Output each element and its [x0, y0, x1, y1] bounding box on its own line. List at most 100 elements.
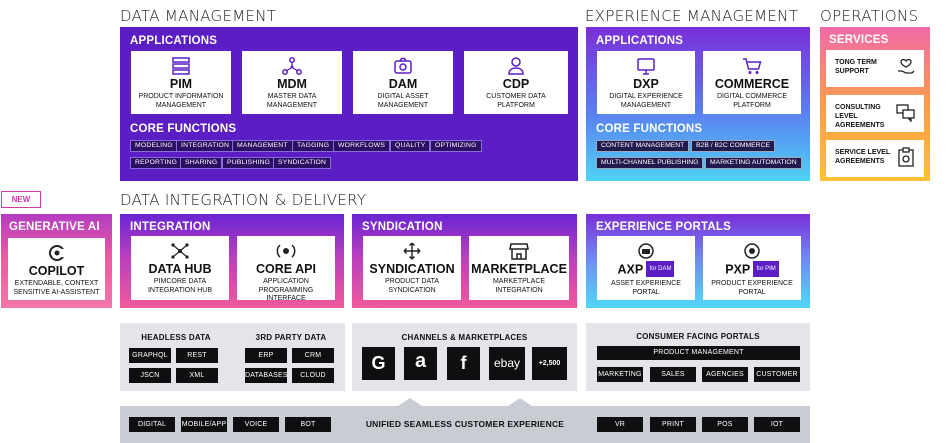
third-party-heading: 3RD PARTY DATA — [255, 333, 327, 342]
syndication-panel: SYNDICATION SYNDICATION PRODUCT DATA SYN… — [352, 214, 577, 308]
third-party-item: CRM — [292, 348, 334, 363]
commerce-title: COMMERCE — [714, 77, 790, 91]
touchpoint-item: POS — [702, 417, 748, 432]
data-management-panel: APPLICATIONS PIM PRODUCT INFORMATION MAN… — [120, 27, 578, 181]
dam-title: DAM — [388, 77, 418, 91]
cart-icon — [743, 58, 762, 74]
headless-item: REST — [176, 348, 218, 363]
experience-portals-panel: EXPERIENCE PORTALS AXP for DAM ASSET EXP… — [586, 214, 810, 308]
server-stack-icon — [172, 57, 190, 75]
mdm-title: MDM — [277, 77, 307, 91]
third-party-item: DATABASES — [245, 368, 288, 383]
headless-item: GRAPHQL — [129, 348, 171, 363]
headless-data-heading: HEADLESS DATA — [141, 333, 211, 342]
consumer-item: CUSTOMER — [754, 367, 800, 382]
axp-subtitle: ASSET EXPERIENCE PORTAL — [611, 280, 681, 296]
pxp-subtitle: PRODUCT EXPERIENCE PORTAL — [711, 280, 793, 296]
cdp-subtitle: CUSTOMER DATA PLATFORM — [486, 93, 546, 109]
xm-core-functions-heading: CORE FUNCTIONS — [596, 123, 703, 135]
pxp-title: PXP for PIM — [703, 261, 801, 278]
third-party-item: CLOUD — [292, 368, 334, 383]
experience-management-panel: APPLICATIONS DXP DIGITAL EXPERIENCE MANA… — [586, 27, 810, 181]
dam-card[interactable]: DAM DIGITAL ASSET MANAGEMENT — [353, 51, 453, 114]
data-hub-title: DATA HUB — [148, 262, 212, 276]
operations-panel: SERVICES TONG TERM SUPPORT CONSULTING LE… — [820, 27, 930, 181]
pxp-icon — [744, 243, 760, 259]
copilot-title: COPILOT — [28, 264, 85, 278]
axp-icon — [638, 243, 654, 259]
store-icon — [509, 243, 529, 260]
syndication-title: SYNDICATION — [369, 262, 455, 276]
marketplace-card[interactable]: MARKETPLACE MARKETPLACE INTEGRATION — [469, 236, 569, 300]
api-icon — [276, 244, 296, 258]
pxp-card[interactable]: PXP for PIM PRODUCT EXPERIENCE PORTAL — [703, 236, 801, 300]
new-badge: NEW — [1, 191, 41, 208]
syndication-subtitle: PRODUCT DATA SYNDICATION — [384, 278, 440, 294]
marketplace-title: MARKETPLACE — [471, 262, 567, 276]
axp-card[interactable]: AXP for DAM ASSET EXPERIENCE PORTAL — [597, 236, 695, 300]
touchpoint-item: BOT — [285, 417, 331, 432]
core-api-subtitle: APPLICATION PROGRAMMING INTERFACE — [258, 278, 314, 302]
consumer-item: AGENCIES — [702, 367, 748, 382]
pim-title: PIM — [169, 77, 193, 91]
consulting-agreements-card[interactable]: CONSULTING LEVEL AGREEMENTS — [826, 95, 924, 132]
integration-panel: INTEGRATION DATA HUB PIMCORE DATA INTEGR… — [120, 214, 344, 308]
function-tag: MANAGEMENT — [232, 140, 293, 152]
touchpoint-item: VOICE — [233, 417, 279, 432]
touchpoint-item: PRINT — [650, 417, 696, 432]
function-tag: WORKFLOWS — [333, 140, 391, 152]
touchpoint-item: IOT — [754, 417, 800, 432]
for-dam-badge: for DAM — [646, 261, 675, 277]
service-agreements-card[interactable]: SERVICE LEVEL AGREEMENTS — [826, 140, 924, 177]
axp-name: AXP — [617, 262, 643, 277]
generative-ai-heading: GENERATIVE AI — [9, 221, 100, 233]
commerce-subtitle: DIGITAL COMMERCE PLATFORM — [716, 93, 787, 109]
commerce-card[interactable]: COMMERCE DIGITAL COMMERCE PLATFORM — [703, 51, 801, 114]
axp-title: AXP for DAM — [597, 261, 695, 278]
cdp-title: CDP — [502, 77, 530, 91]
data-management-title: DATA MANAGEMENT — [120, 7, 277, 25]
data-integration-title: DATA INTEGRATION & DELIVERY — [120, 191, 367, 209]
dxp-title: DXP — [633, 77, 659, 91]
integration-heading: INTEGRATION — [130, 221, 211, 233]
function-tag: TAGGING — [292, 140, 335, 152]
function-tag: MODELING — [130, 140, 178, 152]
facebook-logo[interactable]: f — [447, 347, 480, 380]
hand-heart-icon — [898, 58, 915, 74]
more-channels-count: +2,500 — [532, 347, 567, 380]
mdm-card[interactable]: MDM MASTER DATA MANAGEMENT — [242, 51, 342, 114]
pim-subtitle: PRODUCT INFORMATION MANAGEMENT — [138, 93, 224, 109]
headless-item: XML — [176, 368, 218, 383]
syndication-card[interactable]: SYNDICATION PRODUCT DATA SYNDICATION — [363, 236, 461, 300]
ebay-logo[interactable]: ebay — [489, 347, 525, 380]
for-pim-badge: for PIM — [753, 261, 779, 277]
function-tag: OPTIMIZING — [430, 140, 482, 152]
dxp-card[interactable]: DXP DIGITAL EXPERIENCE MANAGEMENT — [597, 51, 695, 114]
arrows-icon — [403, 242, 421, 260]
function-tag: REPORTING — [130, 157, 183, 169]
copilot-card[interactable]: COPILOT EXTENDABLE, CONTEXT SENSITIVE AI… — [8, 238, 105, 300]
touchpoint-item: DIGITAL — [129, 417, 175, 432]
clipboard-icon — [898, 147, 914, 167]
data-hub-card[interactable]: DATA HUB PIMCORE DATA INTEGRATION HUB — [131, 236, 229, 300]
product-management-bar: PRODUCT MANAGEMENT — [597, 346, 800, 360]
core-api-card[interactable]: CORE API APPLICATION PROGRAMMING INTERFA… — [237, 236, 335, 302]
dam-subtitle: DIGITAL ASSET MANAGEMENT — [377, 93, 429, 109]
copilot-subtitle: EXTENDABLE, CONTEXT SENSITIVE AI-ASSISTE… — [13, 280, 100, 296]
function-tag: PUBLISHING — [222, 157, 276, 169]
pxp-name: PXP — [725, 262, 750, 277]
cdp-card[interactable]: CDP CUSTOMER DATA PLATFORM — [464, 51, 568, 114]
google-logo[interactable]: G — [362, 347, 395, 380]
xm-applications-heading: APPLICATIONS — [596, 35, 684, 47]
core-functions-heading: CORE FUNCTIONS — [130, 123, 237, 135]
amazon-logo[interactable]: a — [404, 347, 437, 380]
consumer-item: SALES — [650, 367, 696, 382]
monitor-icon — [637, 58, 655, 75]
long-term-support-card[interactable]: TONG TERM SUPPORT — [826, 50, 924, 87]
hub-icon — [171, 243, 189, 259]
chat-icon — [896, 104, 915, 122]
pim-card[interactable]: PIM PRODUCT INFORMATION MANAGEMENT — [131, 51, 231, 114]
function-tag: SHARING — [180, 157, 223, 169]
xm-function-tag: MARKETING AUTOMATION — [705, 157, 802, 169]
function-tag: INTEGRATION — [176, 140, 235, 152]
